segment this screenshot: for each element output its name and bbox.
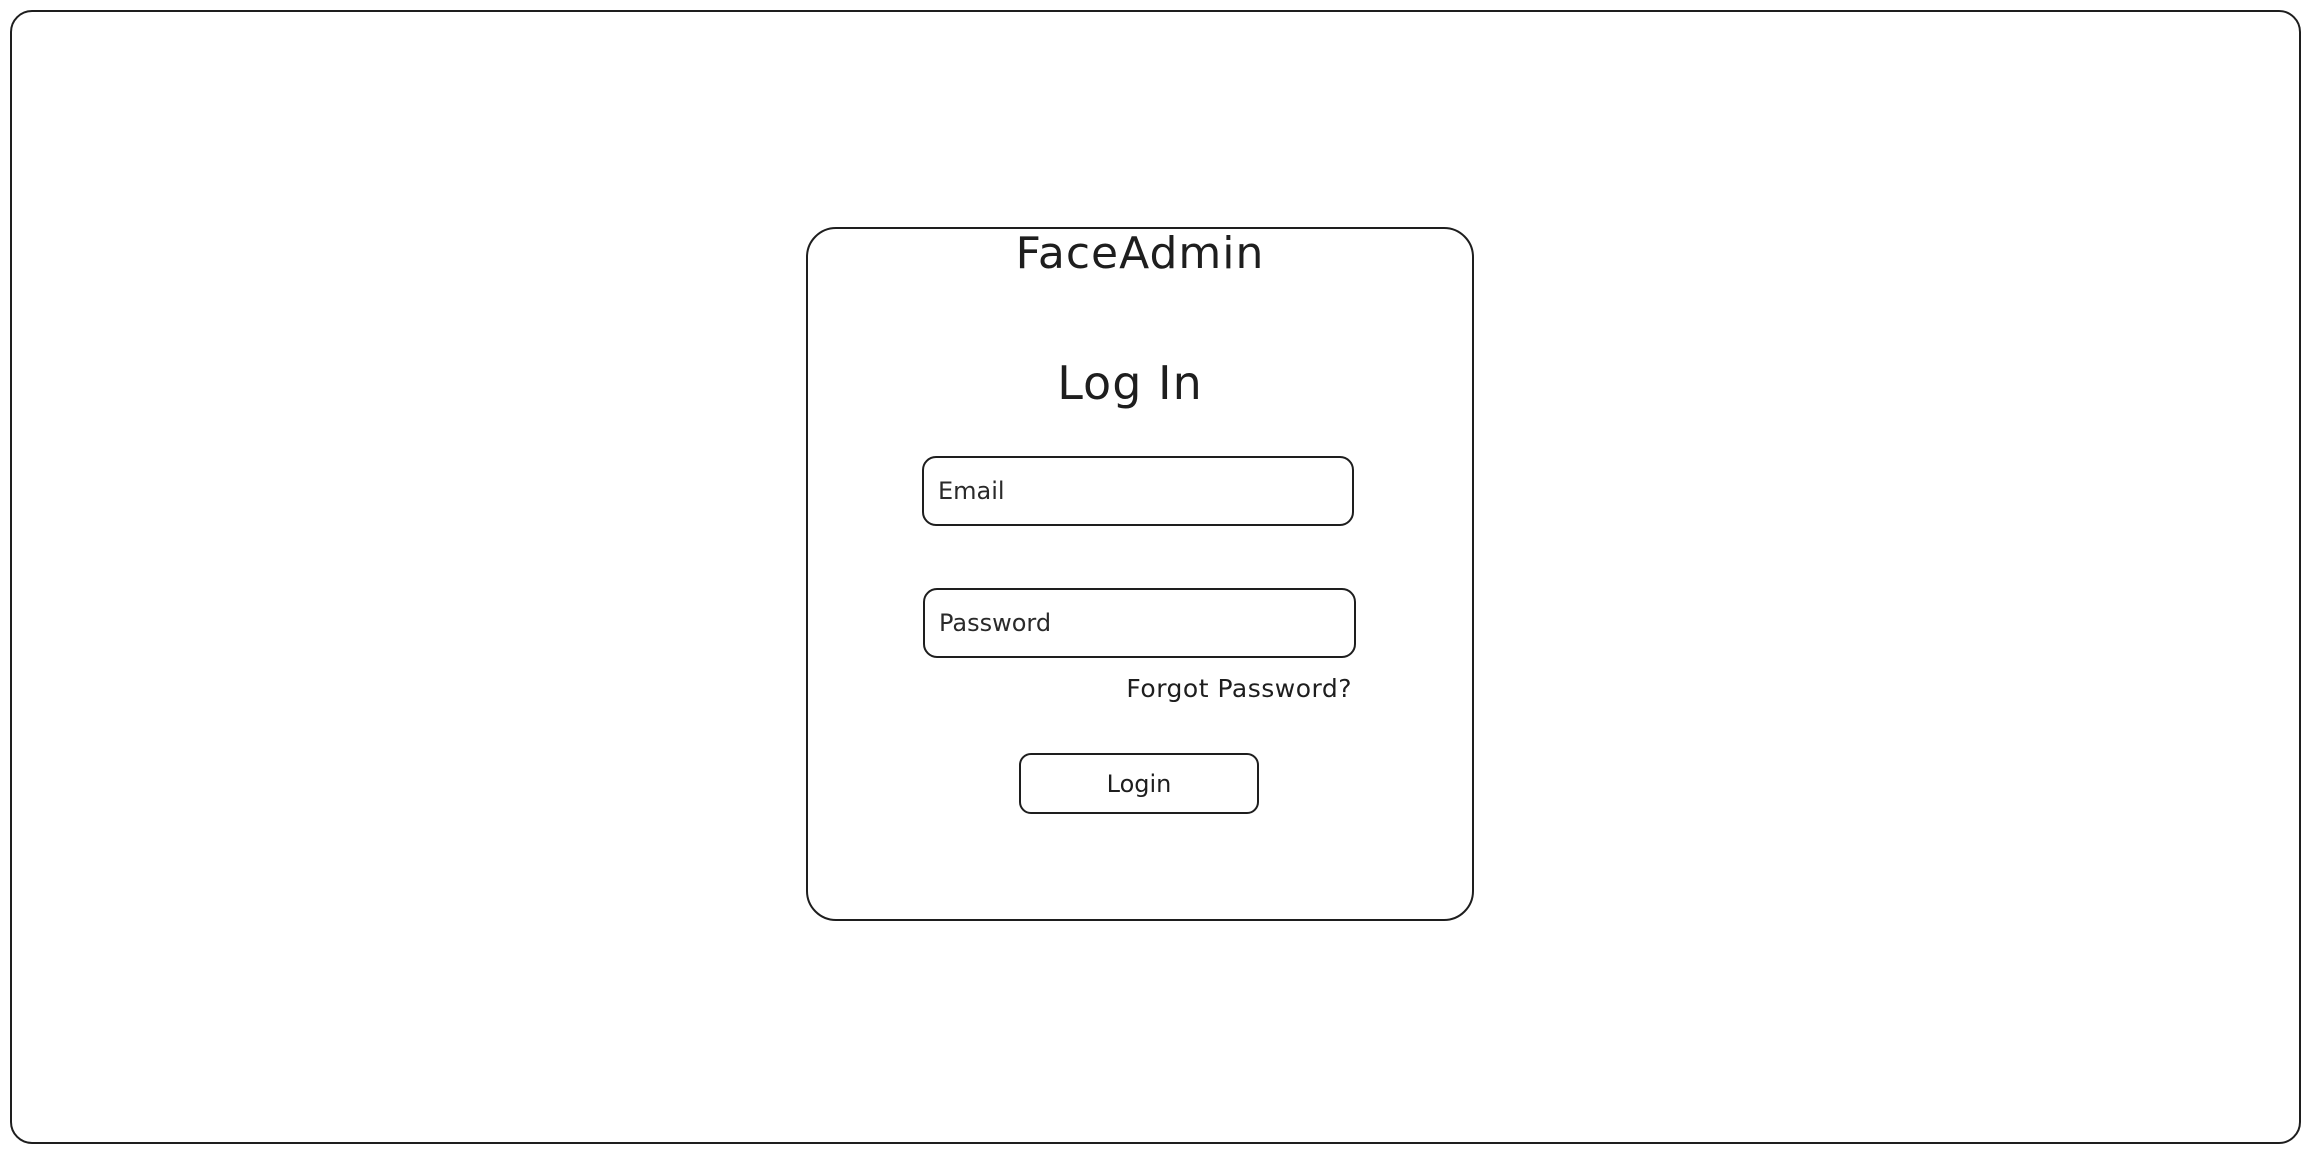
forgot-password-link[interactable]: Forgot Password?	[1100, 672, 1352, 706]
email-input[interactable]	[938, 458, 1352, 524]
login-heading: Log In	[1057, 356, 1203, 410]
brand-title: FaceAdmin	[1015, 228, 1265, 279]
login-card	[806, 227, 1474, 921]
login-button[interactable]: Login	[1019, 753, 1259, 814]
email-field[interactable]	[922, 456, 1354, 526]
password-field[interactable]	[923, 588, 1356, 658]
password-input[interactable]	[939, 590, 1354, 656]
